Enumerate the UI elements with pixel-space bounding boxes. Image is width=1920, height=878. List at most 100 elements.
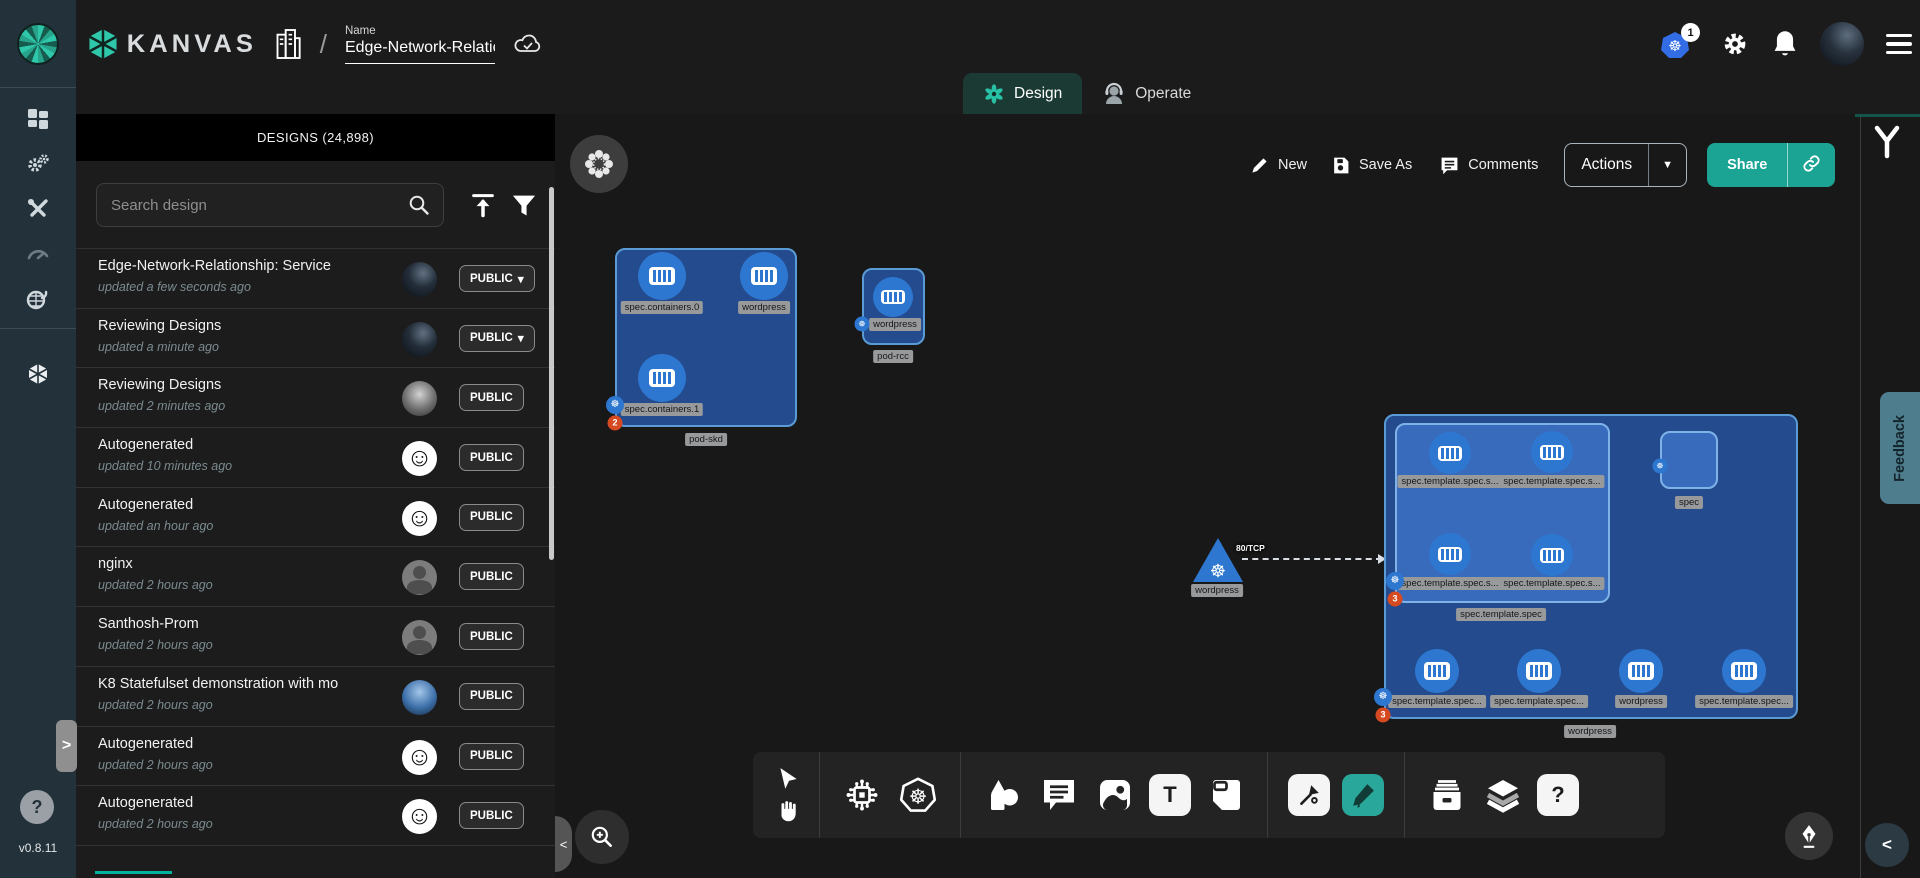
notifications-bell-icon[interactable]: [1772, 29, 1798, 59]
design-canvas[interactable]: New Save As Comments Actions ▼ Share: [555, 114, 1920, 878]
owner-avatar[interactable]: [402, 680, 437, 715]
kubernetes-context-button[interactable]: ☸ 1: [1660, 27, 1698, 61]
visibility-badge[interactable]: PUBLIC: [459, 444, 524, 471]
owner-avatar[interactable]: ☺: [402, 501, 437, 536]
visibility-badge[interactable]: PUBLIC: [459, 802, 524, 829]
help-button[interactable]: ?: [20, 790, 54, 824]
shapes-tool[interactable]: [981, 773, 1025, 817]
kanvas-hexagon-icon[interactable]: [25, 361, 51, 387]
design-row[interactable]: Autogenerated updated an hour ago ☺ PUBL…: [76, 488, 555, 548]
spec-node[interactable]: [1660, 431, 1718, 489]
menu-hamburger-icon[interactable]: [1886, 34, 1912, 54]
design-name-value[interactable]: Edge-Network-Relatio: [345, 39, 495, 64]
error-count-badge[interactable]: 2: [608, 416, 623, 431]
owner-avatar[interactable]: [402, 620, 437, 655]
import-design-icon[interactable]: [469, 191, 497, 219]
pan-hand-tool[interactable]: [775, 798, 801, 824]
comment-tool[interactable]: [1037, 773, 1081, 817]
share-label[interactable]: Share: [1707, 157, 1787, 173]
actions-label[interactable]: Actions: [1565, 156, 1648, 174]
zoom-button[interactable]: [575, 810, 629, 864]
owner-avatar[interactable]: [402, 560, 437, 595]
visibility-badge[interactable]: PUBLIC: [459, 563, 524, 590]
owner-avatar[interactable]: [402, 262, 437, 297]
collapse-right-button[interactable]: <: [1865, 823, 1909, 867]
components-chip-tool[interactable]: [840, 773, 884, 817]
user-avatar[interactable]: [1820, 22, 1864, 66]
visibility-badge[interactable]: PUBLIC: [459, 504, 524, 531]
design-mode-button[interactable]: [1785, 812, 1833, 860]
owner-avatar[interactable]: ☺: [402, 799, 437, 834]
visibility-badge[interactable]: PUBLIC: [459, 743, 524, 770]
organization-icon[interactable]: [274, 27, 302, 61]
drawer-tool[interactable]: [1425, 773, 1469, 817]
owner-avatar[interactable]: ☺: [402, 441, 437, 476]
filter-funnel-icon[interactable]: [510, 191, 538, 219]
tab-operate[interactable]: Operate: [1082, 73, 1211, 114]
dock-toggle-button[interactable]: [570, 135, 628, 193]
layers-tool[interactable]: [1481, 773, 1525, 817]
panel-scrollbar[interactable]: [549, 187, 554, 560]
edge-connector[interactable]: [1242, 558, 1382, 560]
actions-split-button[interactable]: Actions ▼: [1564, 143, 1687, 187]
copy-link-icon[interactable]: [1788, 154, 1835, 177]
error-count-badge[interactable]: 3: [1376, 708, 1391, 723]
version-branch-icon[interactable]: [1871, 124, 1903, 160]
design-row[interactable]: nginx updated 2 hours ago PUBLIC: [76, 547, 555, 607]
design-row[interactable]: Santhosh-Prom updated 2 hours ago PUBLIC: [76, 607, 555, 667]
collapse-panel-button[interactable]: <: [555, 816, 572, 872]
new-button[interactable]: New: [1250, 156, 1307, 175]
visibility-badge[interactable]: PUBLIC: [459, 623, 524, 650]
owner-avatar[interactable]: [402, 381, 437, 416]
dashboard-icon[interactable]: [25, 106, 51, 132]
container-node[interactable]: [1517, 649, 1561, 693]
container-node[interactable]: [1722, 649, 1766, 693]
container-node[interactable]: [1415, 649, 1459, 693]
visibility-badge[interactable]: PUBLIC: [459, 683, 524, 710]
container-node[interactable]: [1531, 431, 1573, 473]
design-row[interactable]: Autogenerated updated 10 minutes ago ☺ P…: [76, 428, 555, 488]
pen-tool[interactable]: [1288, 774, 1330, 816]
search-input[interactable]: [97, 197, 407, 214]
design-name-field[interactable]: Name Edge-Network-Relatio: [345, 25, 495, 64]
design-row[interactable]: Autogenerated updated 2 hours ago ☺ PUBL…: [76, 727, 555, 787]
container-node[interactable]: [638, 354, 686, 402]
meshery-logo-button[interactable]: [0, 0, 76, 88]
visibility-badge[interactable]: PUBLIC: [459, 384, 524, 411]
performance-gauge-icon[interactable]: [25, 241, 51, 267]
freehand-draw-tool[interactable]: [1342, 774, 1384, 816]
container-node[interactable]: [1531, 534, 1573, 576]
container-node[interactable]: [1619, 649, 1663, 693]
container-node[interactable]: [1429, 432, 1471, 474]
design-row[interactable]: Edge-Network-Relationship: Service updat…: [76, 249, 555, 309]
container-node[interactable]: [1429, 533, 1471, 575]
design-row[interactable]: K8 Statefulset demonstration with mo upd…: [76, 667, 555, 727]
select-cursor-tool[interactable]: [775, 766, 801, 792]
owner-avatar[interactable]: [402, 322, 437, 357]
container-node[interactable]: [638, 252, 686, 300]
sticky-note-tool[interactable]: [1203, 773, 1247, 817]
design-row[interactable]: Reviewing Designs updated a minute ago P…: [76, 309, 555, 369]
owner-avatar[interactable]: ☺: [402, 740, 437, 775]
save-as-button[interactable]: Save As: [1331, 156, 1412, 175]
design-row[interactable]: Autogenerated updated 2 hours ago ☺ PUBL…: [76, 786, 555, 846]
container-node[interactable]: [873, 277, 913, 317]
feedback-tab[interactable]: Feedback: [1880, 392, 1920, 504]
expand-sidebar-button[interactable]: >: [56, 720, 77, 772]
settings-gear-icon[interactable]: [1720, 29, 1750, 59]
kubernetes-tool[interactable]: ☸: [896, 773, 940, 817]
tab-design[interactable]: Design: [963, 73, 1082, 114]
visibility-select[interactable]: PUBLIC▾: [459, 265, 535, 292]
help-tool[interactable]: ?: [1537, 774, 1579, 816]
image-tool[interactable]: [1093, 773, 1137, 817]
kanvas-logo[interactable]: KANVAS: [88, 28, 256, 60]
error-count-badge[interactable]: 3: [1388, 592, 1403, 607]
design-search-box[interactable]: [96, 183, 444, 227]
catalog-sphere-icon[interactable]: [25, 286, 51, 312]
visibility-select[interactable]: PUBLIC▾: [459, 325, 535, 352]
container-node[interactable]: [740, 252, 788, 300]
actions-caret-icon[interactable]: ▼: [1649, 159, 1686, 171]
lifecycle-gears-icon[interactable]: [25, 151, 51, 177]
pod-template-group[interactable]: [1395, 423, 1610, 603]
text-tool[interactable]: T: [1149, 774, 1191, 816]
